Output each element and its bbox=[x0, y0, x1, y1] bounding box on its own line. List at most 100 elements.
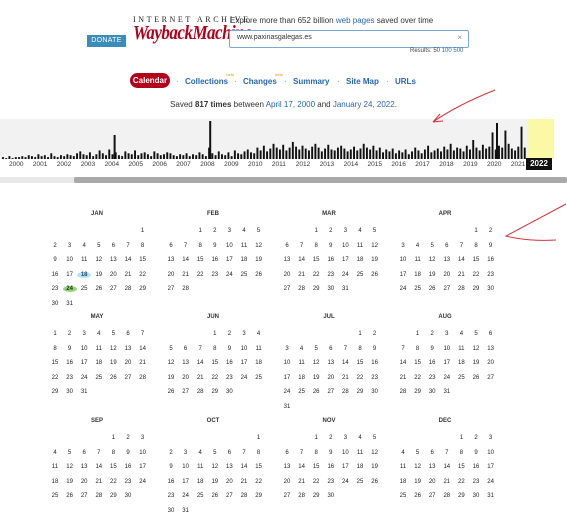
histogram-bar[interactable] bbox=[21, 156, 24, 159]
histogram-bar[interactable] bbox=[92, 156, 95, 159]
histogram-bar[interactable] bbox=[72, 156, 75, 159]
histogram-bar[interactable] bbox=[198, 152, 201, 159]
histogram-bar[interactable] bbox=[2, 157, 4, 159]
histogram-bar[interactable] bbox=[514, 150, 517, 159]
histogram-bar[interactable] bbox=[113, 135, 116, 159]
first-capture-link[interactable]: April 17, 2000 bbox=[266, 100, 315, 109]
histogram-bar[interactable] bbox=[237, 153, 240, 159]
histogram-bar[interactable] bbox=[262, 145, 265, 159]
year-label-2013[interactable]: 2013 bbox=[320, 161, 334, 168]
histogram-bar[interactable] bbox=[491, 132, 494, 159]
histogram-bar[interactable] bbox=[43, 155, 46, 159]
histogram-bar[interactable] bbox=[59, 155, 62, 159]
histogram-bar[interactable] bbox=[291, 141, 294, 159]
year-label-2014[interactable]: 2014 bbox=[344, 161, 358, 168]
tab-changes[interactable]: Changes beta bbox=[243, 72, 283, 86]
histogram-bar[interactable] bbox=[394, 153, 397, 159]
histogram-bar[interactable] bbox=[201, 154, 204, 159]
histogram-bar[interactable] bbox=[391, 148, 394, 159]
year-label-2001[interactable]: 2001 bbox=[33, 161, 47, 168]
histogram-bar[interactable] bbox=[50, 153, 53, 159]
histogram-bar[interactable] bbox=[301, 145, 304, 159]
histogram-bar[interactable] bbox=[481, 144, 484, 159]
histogram-bar[interactable] bbox=[217, 151, 220, 159]
histogram-bar[interactable] bbox=[146, 154, 149, 159]
histogram-bar[interactable] bbox=[288, 147, 291, 159]
histogram-bar[interactable] bbox=[40, 156, 43, 159]
histogram-bar[interactable] bbox=[388, 151, 391, 159]
histogram-bar[interactable] bbox=[134, 150, 136, 159]
histogram-bar[interactable] bbox=[427, 145, 430, 159]
donate-button[interactable]: DONATE bbox=[87, 35, 126, 47]
histogram-bar[interactable] bbox=[246, 149, 249, 160]
histogram-bar[interactable] bbox=[452, 150, 455, 159]
histogram-bars[interactable] bbox=[0, 119, 554, 159]
web-pages-link[interactable]: web pages bbox=[336, 16, 375, 25]
year-label-2015[interactable]: 2015 bbox=[368, 161, 382, 168]
histogram-bar[interactable] bbox=[269, 148, 272, 159]
year-label-2011[interactable]: 2011 bbox=[272, 161, 286, 168]
tab-collections[interactable]: Collections beta bbox=[185, 72, 234, 86]
clear-icon[interactable]: × bbox=[457, 33, 462, 42]
histogram-bar[interactable] bbox=[369, 149, 372, 160]
histogram-bar[interactable] bbox=[510, 148, 513, 159]
histogram-bar[interactable] bbox=[179, 154, 182, 159]
histogram-bar[interactable] bbox=[365, 147, 368, 159]
histogram-bar[interactable] bbox=[324, 148, 327, 159]
histogram-bar[interactable] bbox=[501, 147, 504, 159]
year-label-2020[interactable]: 2020 bbox=[487, 161, 501, 168]
histogram-bar[interactable] bbox=[63, 156, 66, 159]
histogram-bar[interactable] bbox=[385, 149, 388, 160]
histogram-bar[interactable] bbox=[95, 154, 98, 159]
histogram-bar[interactable] bbox=[304, 148, 307, 159]
histogram-bar[interactable] bbox=[30, 156, 33, 159]
histogram-bar[interactable] bbox=[143, 152, 146, 159]
histogram-bar[interactable] bbox=[362, 143, 365, 159]
year-label-2003[interactable]: 2003 bbox=[81, 161, 95, 168]
histogram-bar[interactable] bbox=[266, 151, 269, 159]
histogram-bar[interactable] bbox=[285, 150, 288, 159]
histogram-bar[interactable] bbox=[317, 147, 320, 159]
histogram-bar[interactable] bbox=[69, 155, 72, 159]
histogram-bar[interactable] bbox=[47, 157, 50, 159]
histogram-bar[interactable] bbox=[443, 146, 446, 159]
histogram-bar[interactable] bbox=[517, 146, 520, 159]
histogram-bar[interactable] bbox=[172, 155, 175, 159]
histogram-bar[interactable] bbox=[485, 148, 488, 159]
histogram-bar[interactable] bbox=[327, 144, 330, 159]
histogram-bar[interactable] bbox=[5, 158, 8, 159]
tab-urls[interactable]: URLs bbox=[395, 77, 416, 86]
histogram-bar[interactable] bbox=[18, 157, 21, 159]
year-label-2021[interactable]: 2021 bbox=[511, 161, 525, 168]
year-label-2017[interactable]: 2017 bbox=[415, 161, 429, 168]
histogram-bar[interactable] bbox=[233, 150, 236, 159]
histogram-bar[interactable] bbox=[127, 153, 130, 159]
histogram-bar[interactable] bbox=[340, 145, 343, 159]
histogram-bar[interactable] bbox=[98, 150, 101, 159]
histogram-bar[interactable] bbox=[117, 155, 120, 159]
histogram-bar[interactable] bbox=[88, 152, 91, 159]
histogram-bar[interactable] bbox=[175, 156, 178, 159]
year-label-2010[interactable]: 2010 bbox=[248, 161, 262, 168]
histogram-bar[interactable] bbox=[456, 147, 459, 159]
histogram-bar[interactable] bbox=[275, 147, 278, 159]
histogram-bar[interactable] bbox=[150, 156, 153, 159]
url-search-input[interactable]: www.paxinasgalegas.es × bbox=[229, 30, 469, 48]
year-label-2016[interactable]: 2016 bbox=[391, 161, 405, 168]
histogram-bar[interactable] bbox=[478, 150, 481, 159]
current-year-label[interactable]: 2022 bbox=[526, 158, 552, 170]
histogram-bar[interactable] bbox=[449, 143, 452, 159]
histogram-bar[interactable] bbox=[282, 144, 285, 159]
calendar-day[interactable]: 24 bbox=[62, 286, 77, 292]
histogram-bar[interactable] bbox=[209, 121, 212, 159]
histogram-bar[interactable] bbox=[407, 154, 410, 159]
histogram-bar[interactable] bbox=[423, 149, 426, 160]
histogram-bar[interactable] bbox=[330, 149, 333, 160]
histogram-bar[interactable] bbox=[382, 152, 384, 159]
histogram-bar[interactable] bbox=[411, 151, 413, 159]
histogram-bar[interactable] bbox=[404, 149, 407, 160]
histogram-bar[interactable] bbox=[140, 153, 143, 159]
histogram-bar[interactable] bbox=[414, 147, 417, 159]
histogram-bar[interactable] bbox=[375, 150, 378, 159]
tab-calendar[interactable]: Calendar bbox=[130, 73, 170, 88]
